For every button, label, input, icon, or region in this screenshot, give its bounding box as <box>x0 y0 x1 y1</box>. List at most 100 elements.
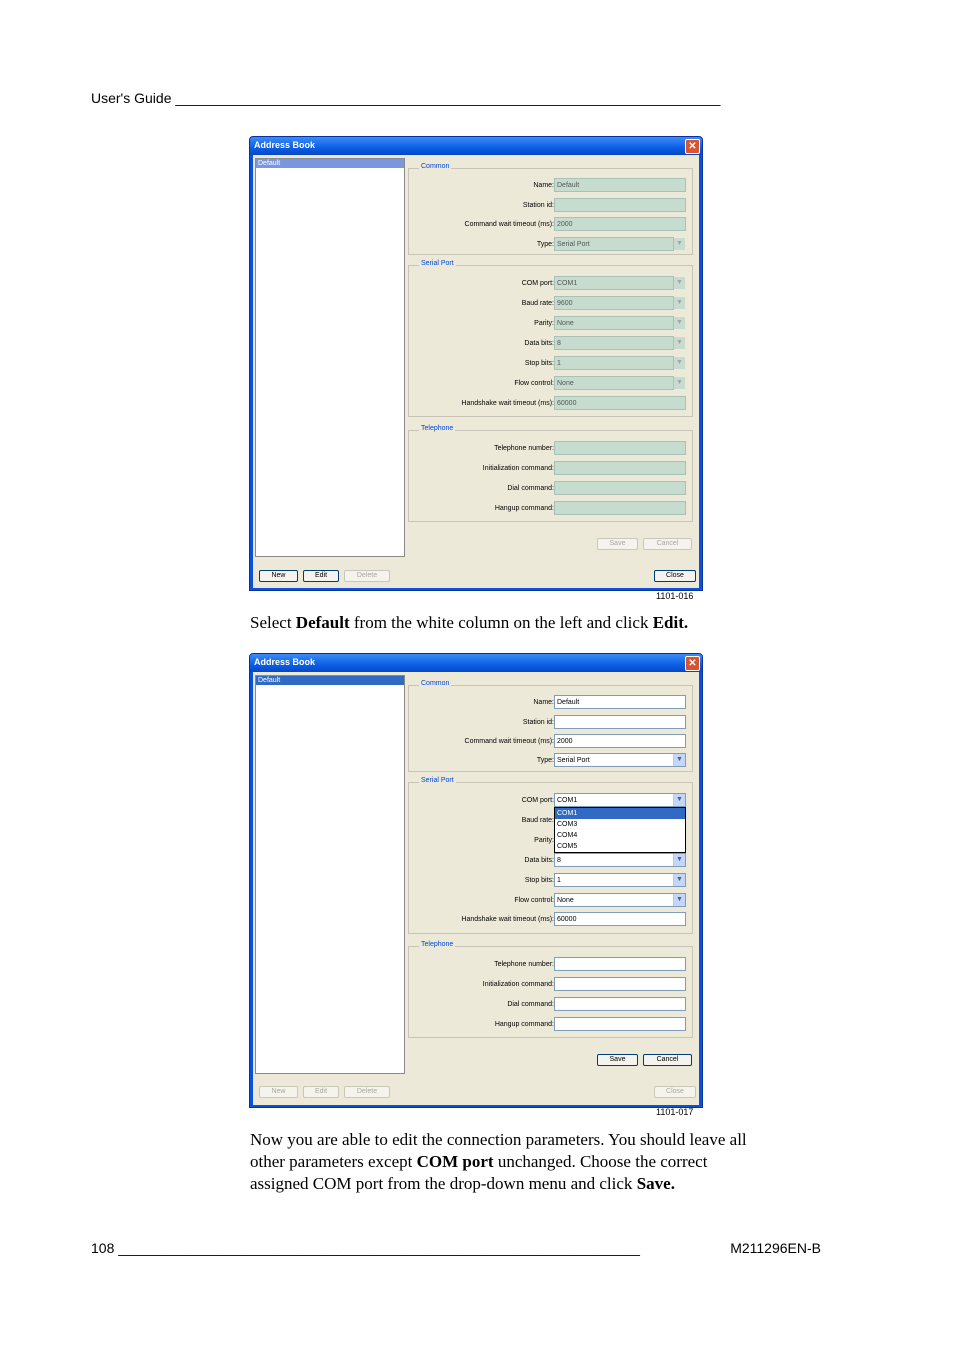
telephone-number-field[interactable] <box>554 441 686 455</box>
parity-label: Parity: <box>534 320 554 327</box>
edit-button[interactable]: Edit <box>303 570 339 582</box>
flow-control-label: Flow control: <box>514 897 554 904</box>
telephone-number-field[interactable] <box>554 957 686 971</box>
com-port-select[interactable]: COM1 ▼ <box>554 276 685 290</box>
com-port-label: COM port: <box>521 280 554 287</box>
common-legend: Common <box>419 163 452 170</box>
command-timeout-field[interactable]: 2000 <box>554 217 686 231</box>
dial-command-field[interactable] <box>554 997 686 1011</box>
chevron-down-icon[interactable]: ▼ <box>673 874 685 886</box>
address-book-window-edit: Address Book ✕ Default Common Name: Defau… <box>249 653 703 1108</box>
hangup-command-field[interactable] <box>554 1017 686 1031</box>
chevron-down-icon[interactable]: ▼ <box>674 317 685 329</box>
handshake-timeout-field[interactable]: 60000 <box>554 396 686 410</box>
baud-rate-label: Baud rate: <box>521 817 554 824</box>
edit-button[interactable]: Edit <box>303 1086 339 1098</box>
name-field[interactable]: Default <box>554 178 686 192</box>
delete-button[interactable]: Delete <box>344 1086 390 1098</box>
dial-command-label: Dial command: <box>507 485 554 492</box>
station-id-field[interactable] <box>554 198 686 212</box>
page-header: User's Guide ___________________________… <box>91 90 721 106</box>
chevron-down-icon[interactable]: ▼ <box>674 277 685 289</box>
chevron-down-icon[interactable]: ▼ <box>673 794 685 806</box>
delete-button[interactable]: Delete <box>344 570 390 582</box>
list-item[interactable]: Default <box>256 159 404 168</box>
parity-label: Parity: <box>534 837 554 844</box>
window-client: Default Common Name: Default Station id: … <box>253 155 699 588</box>
figure-caption: 1101-017 <box>656 1107 694 1117</box>
dropdown-option[interactable]: COM5 <box>555 841 685 852</box>
stop-bits-select[interactable]: 1 ▼ <box>554 356 685 370</box>
list-item[interactable]: Default <box>256 676 404 685</box>
document-code: M211296EN-B <box>726 1240 821 1256</box>
com-port-dropdown-list[interactable]: COM1 COM3 COM4 COM5 <box>554 807 686 853</box>
title-bar: Address Book ✕ <box>250 137 702 155</box>
init-command-field[interactable] <box>554 977 686 991</box>
dropdown-option[interactable]: COM3 <box>555 819 685 830</box>
chevron-down-icon[interactable]: ▼ <box>674 297 685 309</box>
name-field[interactable]: Default <box>554 695 686 709</box>
baud-rate-select[interactable]: 9600 ▼ <box>554 296 685 310</box>
data-bits-select[interactable]: 8 ▼ <box>554 336 685 350</box>
hangup-command-label: Hangup command: <box>494 1021 554 1028</box>
close-icon[interactable]: ✕ <box>685 139 700 154</box>
chevron-down-icon[interactable]: ▼ <box>673 854 685 866</box>
close-button[interactable]: Close <box>654 570 696 582</box>
title-bar: Address Book ✕ <box>250 654 702 672</box>
com-port-select[interactable]: COM1 ▼ <box>554 793 686 807</box>
serial-legend: Serial Port <box>419 777 456 784</box>
page-footer: 108 ____________________________________… <box>91 1240 821 1256</box>
close-icon[interactable]: ✕ <box>685 656 700 671</box>
chevron-down-icon[interactable]: ▼ <box>674 337 685 349</box>
cancel-button[interactable]: Cancel <box>643 1054 692 1066</box>
type-label: Type: <box>536 757 554 764</box>
init-command-field[interactable] <box>554 461 686 475</box>
telephone-number-label: Telephone number: <box>494 961 554 968</box>
chevron-down-icon[interactable]: ▼ <box>674 357 685 369</box>
hangup-command-field[interactable] <box>554 501 686 515</box>
stop-bits-label: Stop bits: <box>524 360 554 367</box>
stop-bits-select[interactable]: 1 ▼ <box>554 873 686 887</box>
parity-select[interactable]: None ▼ <box>554 316 685 330</box>
new-button[interactable]: New <box>259 570 298 582</box>
chevron-down-icon[interactable]: ▼ <box>674 238 685 250</box>
new-button[interactable]: New <box>259 1086 298 1098</box>
address-book-window-disabled: Address Book ✕ Default Common Name: Defau… <box>249 136 703 591</box>
save-button[interactable]: Save <box>597 1054 638 1066</box>
instruction-paragraph-2: Now you are able to edit the connection … <box>250 1130 747 1193</box>
telephone-legend: Telephone <box>419 941 456 948</box>
hangup-command-label: Hangup command: <box>494 505 554 512</box>
common-group: Common Name: Default Station id: Command … <box>408 680 693 772</box>
dial-command-field[interactable] <box>554 481 686 495</box>
instruction-paragraph-1: Select Default from the white column on … <box>250 613 689 632</box>
chevron-down-icon[interactable]: ▼ <box>674 377 685 389</box>
type-select[interactable]: Serial Port ▼ <box>554 237 685 251</box>
dropdown-option[interactable]: COM4 <box>555 830 685 841</box>
data-bits-label: Data bits: <box>524 857 554 864</box>
type-select[interactable]: Serial Port ▼ <box>554 753 686 767</box>
dial-command-label: Dial command: <box>507 1001 554 1008</box>
stop-bits-label: Stop bits: <box>524 877 554 884</box>
flow-control-label: Flow control: <box>514 380 554 387</box>
common-legend: Common <box>419 680 452 687</box>
address-list[interactable]: Default <box>255 675 405 1074</box>
station-id-field[interactable] <box>554 715 686 729</box>
handshake-timeout-field[interactable]: 60000 <box>554 912 686 926</box>
dropdown-option[interactable]: COM1 <box>555 808 685 819</box>
window-client: Default Common Name: Default Station id: … <box>253 672 699 1105</box>
address-list[interactable]: Default <box>255 158 405 557</box>
cancel-button[interactable]: Cancel <box>643 538 692 550</box>
handshake-timeout-label: Handshake wait timeout (ms): <box>461 400 554 407</box>
window-title: Address Book <box>254 657 316 667</box>
flow-control-select[interactable]: None ▼ <box>554 376 685 390</box>
flow-control-select[interactable]: None ▼ <box>554 893 686 907</box>
save-button[interactable]: Save <box>597 538 638 550</box>
command-timeout-label: Command wait timeout (ms): <box>464 221 554 228</box>
close-button[interactable]: Close <box>654 1086 696 1098</box>
page-number: 108 ____________________________________… <box>91 1240 640 1256</box>
chevron-down-icon[interactable]: ▼ <box>673 754 685 766</box>
station-id-label: Station id: <box>522 202 554 209</box>
command-timeout-field[interactable]: 2000 <box>554 734 686 748</box>
chevron-down-icon[interactable]: ▼ <box>673 894 685 906</box>
data-bits-select[interactable]: 8 ▼ <box>554 853 686 867</box>
